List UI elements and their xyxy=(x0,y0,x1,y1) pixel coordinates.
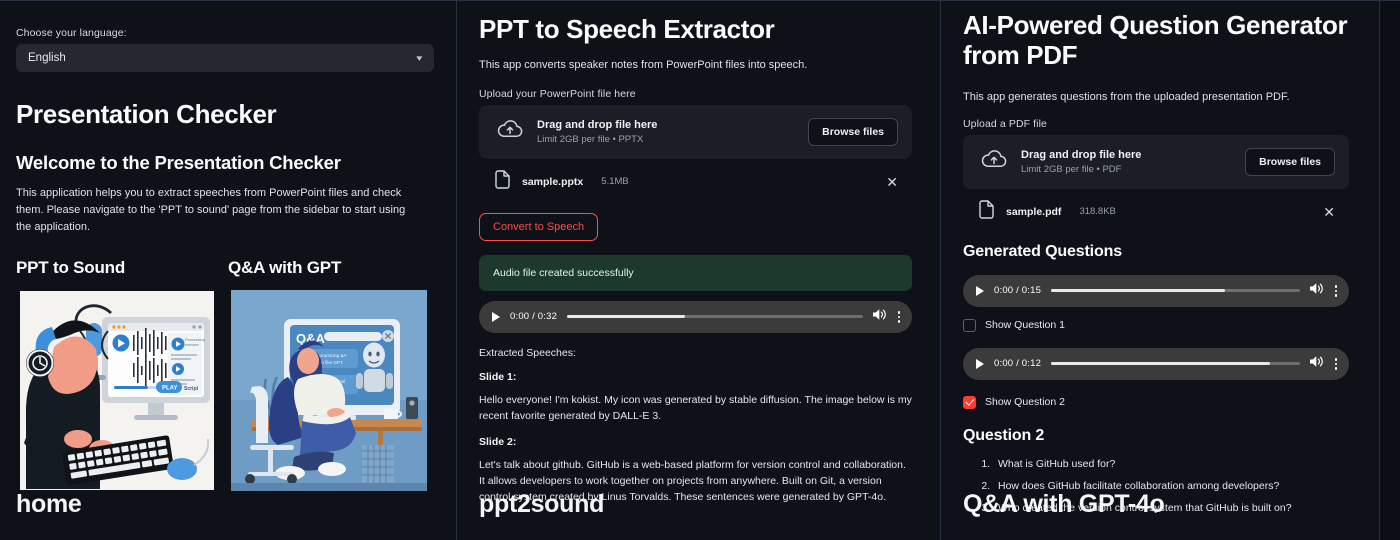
play-icon[interactable] xyxy=(976,358,984,369)
success-alert: Audio file created successfully xyxy=(479,254,912,291)
cloud-upload-icon xyxy=(981,149,1007,174)
extracted-speeches-label: Extracted Speeches: xyxy=(479,346,576,359)
card-qa-with-gpt: Q&A with GPT Q&A I'm pre-practicing &A w… xyxy=(228,258,430,495)
ppt-description: This app converts speaker notes from Pow… xyxy=(479,58,808,71)
feature-cards: PPT to Sound Processing checker Script P… xyxy=(16,258,434,495)
audio-more-options-icon[interactable] xyxy=(1334,356,1338,372)
dropzone-limit-text: Limit 2GB per file • PPTX xyxy=(537,133,644,145)
volume-icon[interactable] xyxy=(1310,282,1324,300)
slide-2-heading: Slide 2: xyxy=(479,436,517,449)
ppt-page-title: PPT to Speech Extractor xyxy=(479,14,775,44)
remove-file-icon[interactable]: ✕ xyxy=(1319,205,1339,219)
page-tag-ppt2sound: ppt2sound xyxy=(479,490,605,518)
audio-progress-bar[interactable] xyxy=(1051,362,1300,366)
card-title: PPT to Sound xyxy=(16,258,126,278)
ppt-uploaded-file-row: sample.pptx 5.1MB ✕ xyxy=(479,159,912,205)
card-ppt-to-sound: PPT to Sound Processing checker Script P… xyxy=(16,258,218,495)
svg-text:checker: checker xyxy=(185,342,200,347)
dropzone-main-text: Drag and drop file here xyxy=(1021,148,1142,161)
file-size: 318.8KB xyxy=(1079,206,1116,218)
ppt-upload-label: Upload your PowerPoint file here xyxy=(479,87,636,100)
dropzone-texts: Drag and drop file here Limit 2GB per fi… xyxy=(1021,149,1231,175)
qa-page-title: AI-Powered Question Generator from PDF xyxy=(963,10,1348,70)
convert-to-speech-button[interactable]: Convert to Speech xyxy=(479,212,599,241)
audio-time: 0:00 / 0:12 xyxy=(994,358,1042,370)
audio-progress-fill xyxy=(567,315,686,319)
panel-ppt2sound: PPT to Speech Extractor This app convert… xyxy=(456,1,940,540)
generated-questions-heading: Generated Questions xyxy=(963,242,1122,260)
language-label: Choose your language: xyxy=(16,27,127,39)
file-icon xyxy=(495,170,510,194)
panel-home: Choose your language: English ▾ Presenta… xyxy=(0,1,456,540)
ppt-audio-player[interactable]: 0:00 / 0:32 xyxy=(479,300,912,333)
file-size: 5.1MB xyxy=(601,176,629,188)
svg-text:Script: Script xyxy=(184,386,199,392)
dropzone-limit-text: Limit 2GB per file • PDF xyxy=(1021,163,1122,175)
checkbox-show-question-2[interactable] xyxy=(963,395,976,409)
show-question-1-checkbox-row[interactable]: Show Question 1 xyxy=(963,318,1349,332)
audio-time: 0:00 / 0:32 xyxy=(510,311,558,323)
qa-with-gpt-image: Q&A I'm pre-practicing &A with an AI lik… xyxy=(228,287,430,495)
dropzone-main-text: Drag and drop file here xyxy=(537,118,658,131)
audio-time: 0:00 / 0:15 xyxy=(994,285,1042,297)
card-title: Q&A with GPT xyxy=(228,258,342,278)
volume-icon[interactable] xyxy=(873,308,887,326)
qa-audio-player-1[interactable]: 0:00 / 0:15 xyxy=(963,274,1349,307)
checkbox-label: Show Question 1 xyxy=(985,319,1065,332)
audio-progress-bar[interactable] xyxy=(567,315,863,319)
app-board: Choose your language: English ▾ Presenta… xyxy=(0,0,1400,540)
qa-file-dropzone[interactable]: Drag and drop file here Limit 2GB per fi… xyxy=(963,134,1349,189)
volume-icon[interactable] xyxy=(1310,355,1324,373)
checkbox-show-question-1[interactable] xyxy=(963,318,976,332)
language-select-value: English xyxy=(28,52,66,64)
show-question-2-checkbox-row[interactable]: Show Question 2 xyxy=(963,395,1349,409)
audio-progress-fill xyxy=(1051,362,1271,366)
page-title: Presentation Checker xyxy=(16,99,277,129)
audio-progress-fill xyxy=(1051,289,1226,293)
home-description: This application helps you to extract sp… xyxy=(16,187,406,234)
browse-files-button[interactable]: Browse files xyxy=(1245,147,1335,176)
play-icon[interactable] xyxy=(976,285,984,296)
play-icon[interactable] xyxy=(492,311,500,322)
cloud-upload-icon xyxy=(497,119,523,144)
ppt-file-dropzone[interactable]: Drag and drop file here Limit 2GB per fi… xyxy=(479,104,912,159)
slide-1-heading: Slide 1: xyxy=(479,370,517,383)
panel-qa-gpt4o: AI-Powered Question Generator from PDF T… xyxy=(940,1,1380,540)
audio-more-options-icon[interactable] xyxy=(1334,283,1338,299)
question-2-heading: Question 2 xyxy=(963,426,1045,444)
checkbox-label: Show Question 2 xyxy=(985,396,1065,409)
remove-file-icon[interactable]: ✕ xyxy=(882,175,902,189)
chevron-down-icon: ▾ xyxy=(416,52,423,63)
qa-uploaded-file-row: sample.pdf 318.8KB ✕ xyxy=(963,189,1349,235)
audio-progress-bar[interactable] xyxy=(1051,289,1300,293)
qa-description: This app generates questions from the up… xyxy=(963,90,1290,103)
page-tag-qa: Q&A with GPT-4o xyxy=(963,490,1165,518)
svg-text:PLAY: PLAY xyxy=(162,386,177,392)
ppt-to-sound-image: Processing checker Script PLAY xyxy=(16,287,218,495)
browse-files-button[interactable]: Browse files xyxy=(808,117,898,146)
welcome-heading: Welcome to the Presentation Checker xyxy=(16,151,341,173)
language-select[interactable]: English ▾ xyxy=(16,44,434,72)
file-icon xyxy=(979,200,994,224)
qa-audio-player-2[interactable]: 0:00 / 0:12 xyxy=(963,347,1349,380)
audio-more-options-icon[interactable] xyxy=(897,309,901,325)
file-name: sample.pdf xyxy=(1006,205,1062,218)
page-tag-home: home xyxy=(16,490,82,518)
qa-upload-label: Upload a PDF file xyxy=(963,117,1047,130)
list-item: What is GitHub used for? xyxy=(993,457,1349,472)
slide-1-text: Hello everyone! I'm kokist. My icon was … xyxy=(479,393,912,422)
dropzone-texts: Drag and drop file here Limit 2GB per fi… xyxy=(537,119,794,145)
file-name: sample.pptx xyxy=(522,175,584,188)
